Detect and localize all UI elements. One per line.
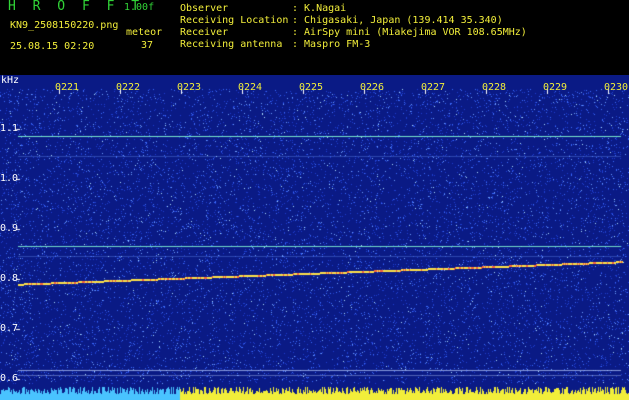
observer-key: Observer	[180, 3, 229, 14]
time-tick-label: 0224	[238, 82, 263, 93]
meteor-label: meteor	[126, 27, 163, 38]
time-tick-label: 0223	[177, 82, 202, 93]
freq-tick-label: 1.0	[0, 172, 19, 184]
observer-value: : K.Nagai	[292, 3, 347, 14]
version-label: 1.00f	[124, 2, 155, 13]
freq-tick-label: 0.9	[0, 222, 19, 234]
datetime-label: 25.08.15 02:20	[10, 41, 95, 52]
freq-tick-label: 0.7	[0, 322, 19, 334]
freq-tick-label: 0.6	[0, 372, 19, 384]
location-key: Receiving Location	[180, 15, 289, 26]
spectrogram-plot: kHz 0221 0222 0223 0224 0225 0226 0227 0228 0229…	[0, 75, 629, 400]
location-value: : Chigasaki, Japan (139.414 35.340)	[292, 15, 503, 26]
freq-tick-label: 1.1	[0, 123, 19, 134]
meteor-count: 37	[141, 40, 154, 51]
receiver-key: Receiver	[180, 27, 229, 38]
time-axis: 0221 0222 0223 0224 0225 0226 0227 0228 0229 0230	[0, 75, 629, 95]
time-tick-label: 0222	[116, 82, 141, 93]
time-tick-label: 0226	[360, 82, 385, 93]
time-tick-label: 0230	[604, 82, 629, 93]
time-tick-label: 0229	[543, 82, 568, 93]
time-tick-label: 0228	[482, 82, 507, 93]
antenna-value: : Maspro FM-3	[292, 39, 371, 50]
antenna-key: Receiving antenna	[180, 39, 283, 50]
time-tick-label: 0225	[299, 82, 324, 93]
header-panel: H R O F F T 1.00f KN9_2508150220.png met…	[0, 0, 629, 75]
freq-tick-label: 0.8	[0, 272, 19, 284]
time-tick-label: 0221	[55, 82, 80, 93]
receiver-value: : AirSpy mini (Miakejima VOR 108.65MHz)	[292, 27, 527, 38]
spectrogram-canvas	[0, 75, 629, 400]
time-tick-label: 0227	[421, 82, 446, 93]
file-name: KN9_2508150220.png	[10, 20, 119, 31]
